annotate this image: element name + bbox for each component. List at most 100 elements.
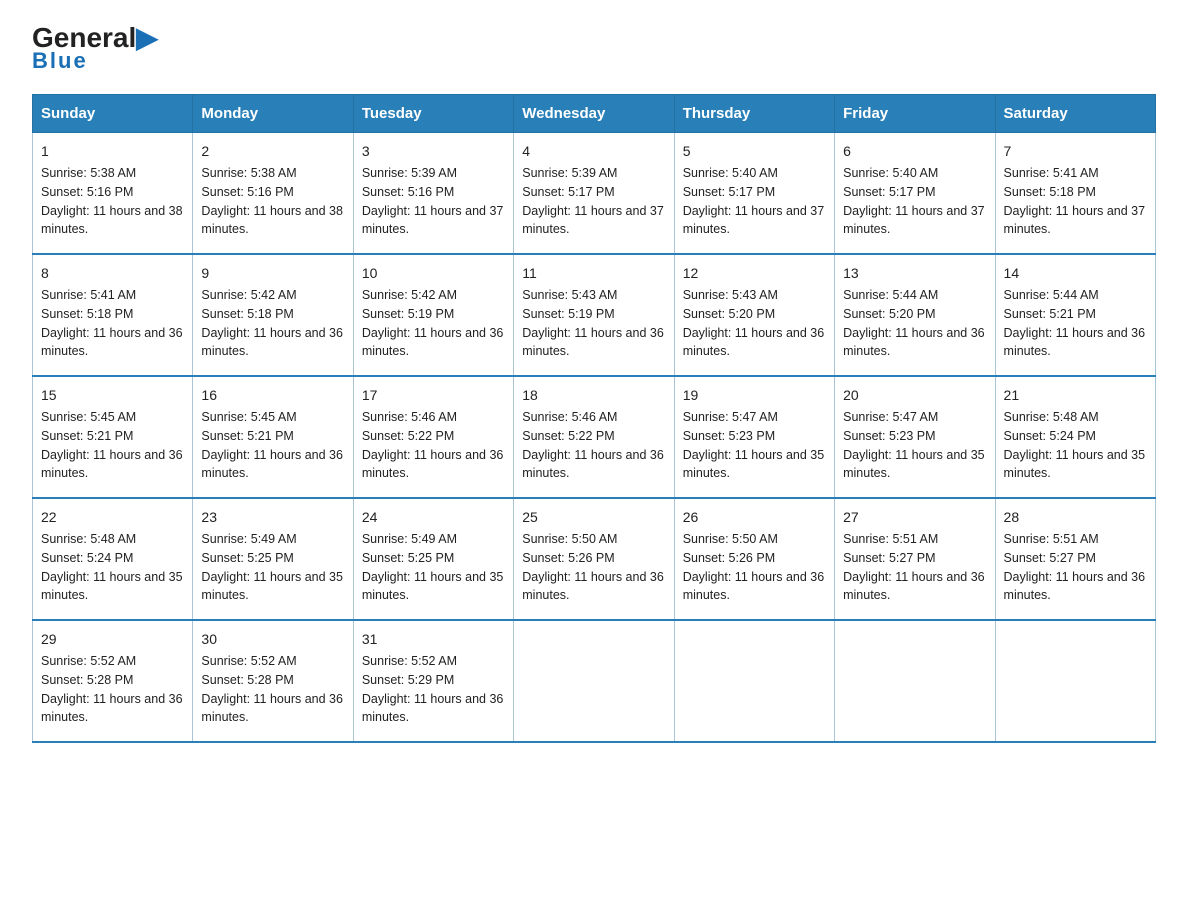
calendar-table: SundayMondayTuesdayWednesdayThursdayFrid… [32,94,1156,743]
calendar-cell [835,620,995,742]
calendar-cell: 18Sunrise: 5:46 AMSunset: 5:22 PMDayligh… [514,376,674,498]
sunset-text: Sunset: 5:18 PM [1004,185,1096,199]
sunrise-text: Sunrise: 5:44 AM [1004,288,1099,302]
daylight-text: Daylight: 11 hours and 35 minutes. [683,448,825,481]
sunrise-text: Sunrise: 5:47 AM [683,410,778,424]
day-number: 1 [41,141,184,162]
sunrise-text: Sunrise: 5:41 AM [41,288,136,302]
sunset-text: Sunset: 5:18 PM [201,307,293,321]
calendar-cell: 3Sunrise: 5:39 AMSunset: 5:16 PMDaylight… [353,133,513,255]
day-number: 23 [201,507,344,528]
day-number: 22 [41,507,184,528]
day-number: 19 [683,385,826,406]
daylight-text: Daylight: 11 hours and 36 minutes. [683,570,825,603]
daylight-text: Daylight: 11 hours and 37 minutes. [522,204,664,237]
day-number: 3 [362,141,505,162]
sunset-text: Sunset: 5:28 PM [41,673,133,687]
sunrise-text: Sunrise: 5:48 AM [41,532,136,546]
calendar-cell: 14Sunrise: 5:44 AMSunset: 5:21 PMDayligh… [995,254,1155,376]
sunset-text: Sunset: 5:25 PM [201,551,293,565]
daylight-text: Daylight: 11 hours and 36 minutes. [843,326,985,359]
sunset-text: Sunset: 5:21 PM [201,429,293,443]
header-wednesday: Wednesday [514,95,674,133]
day-number: 8 [41,263,184,284]
day-number: 15 [41,385,184,406]
logo-blue-line: Blue [32,48,88,74]
sunrise-text: Sunrise: 5:48 AM [1004,410,1099,424]
sunset-text: Sunset: 5:19 PM [362,307,454,321]
calendar-cell: 20Sunrise: 5:47 AMSunset: 5:23 PMDayligh… [835,376,995,498]
sunrise-text: Sunrise: 5:46 AM [362,410,457,424]
sunrise-text: Sunrise: 5:52 AM [41,654,136,668]
day-number: 31 [362,629,505,650]
sunrise-text: Sunrise: 5:45 AM [201,410,296,424]
daylight-text: Daylight: 11 hours and 35 minutes. [843,448,985,481]
calendar-cell: 6Sunrise: 5:40 AMSunset: 5:17 PMDaylight… [835,133,995,255]
daylight-text: Daylight: 11 hours and 36 minutes. [362,692,504,725]
sunrise-text: Sunrise: 5:45 AM [41,410,136,424]
day-number: 25 [522,507,665,528]
day-number: 11 [522,263,665,284]
calendar-cell: 30Sunrise: 5:52 AMSunset: 5:28 PMDayligh… [193,620,353,742]
sunrise-text: Sunrise: 5:38 AM [201,166,296,180]
sunset-text: Sunset: 5:24 PM [41,551,133,565]
day-number: 2 [201,141,344,162]
calendar-cell [674,620,834,742]
calendar-cell: 13Sunrise: 5:44 AMSunset: 5:20 PMDayligh… [835,254,995,376]
sunset-text: Sunset: 5:27 PM [843,551,935,565]
calendar-cell: 12Sunrise: 5:43 AMSunset: 5:20 PMDayligh… [674,254,834,376]
calendar-cell: 31 Sunrise: 5:52 AM Sunset: 5:29 PM Dayligh… [353,620,513,742]
logo: General ▶ Blue [32,24,158,74]
calendar-cell: 26Sunrise: 5:50 AMSunset: 5:26 PMDayligh… [674,498,834,620]
sunset-text: Sunset: 5:16 PM [362,185,454,199]
day-number: 12 [683,263,826,284]
sunset-text: Sunset: 5:26 PM [522,551,614,565]
day-number: 7 [1004,141,1147,162]
sunset-text: Sunset: 5:21 PM [41,429,133,443]
week-row-1: 1 Sunrise: 5:38 AM Sunset: 5:16 PM Daylight… [33,133,1156,255]
calendar-cell: 9Sunrise: 5:42 AMSunset: 5:18 PMDaylight… [193,254,353,376]
daylight-text: Daylight: 11 hours and 35 minutes. [201,570,343,603]
sunset-text: Sunset: 5:22 PM [362,429,454,443]
sunset-text: Sunset: 5:28 PM [201,673,293,687]
calendar-cell [995,620,1155,742]
calendar-cell: 29Sunrise: 5:52 AMSunset: 5:28 PMDayligh… [33,620,193,742]
calendar-cell: 24Sunrise: 5:49 AMSunset: 5:25 PMDayligh… [353,498,513,620]
sunrise-text: Sunrise: 5:46 AM [522,410,617,424]
day-number: 18 [522,385,665,406]
day-number: 14 [1004,263,1147,284]
daylight-text: Daylight: 11 hours and 36 minutes. [522,570,664,603]
calendar-cell: 4Sunrise: 5:39 AMSunset: 5:17 PMDaylight… [514,133,674,255]
sunset-text: Sunset: 5:26 PM [683,551,775,565]
header-saturday: Saturday [995,95,1155,133]
sunrise-text: Sunrise: 5:39 AM [362,166,457,180]
calendar-cell: 16Sunrise: 5:45 AMSunset: 5:21 PMDayligh… [193,376,353,498]
sunset-text: Sunset: 5:17 PM [522,185,614,199]
header-thursday: Thursday [674,95,834,133]
sunrise-text: Sunrise: 5:42 AM [201,288,296,302]
daylight-text: Daylight: 11 hours and 36 minutes. [362,448,504,481]
daylight-text: Daylight: 11 hours and 36 minutes. [522,326,664,359]
sunrise-text: Sunrise: 5:52 AM [201,654,296,668]
sunrise-text: Sunrise: 5:40 AM [843,166,938,180]
calendar-cell: 27Sunrise: 5:51 AMSunset: 5:27 PMDayligh… [835,498,995,620]
daylight-text: Daylight: 11 hours and 36 minutes. [41,326,183,359]
sunrise-text: Sunrise: 5:52 AM [362,654,457,668]
calendar-cell: 17Sunrise: 5:46 AMSunset: 5:22 PMDayligh… [353,376,513,498]
calendar-cell: 8Sunrise: 5:41 AMSunset: 5:18 PMDaylight… [33,254,193,376]
header-monday: Monday [193,95,353,133]
week-row-2: 8 Sunrise: 5:41 AM Sunset: 5:18 PM Daylight… [33,254,1156,376]
header-sunday: Sunday [33,95,193,133]
sunset-text: Sunset: 5:20 PM [683,307,775,321]
day-number: 27 [843,507,986,528]
daylight-text: Daylight: 11 hours and 36 minutes. [362,326,504,359]
sunset-text: Sunset: 5:29 PM [362,673,454,687]
day-number: 16 [201,385,344,406]
header-tuesday: Tuesday [353,95,513,133]
sunrise-text: Sunrise: 5:47 AM [843,410,938,424]
day-number: 24 [362,507,505,528]
day-number: 28 [1004,507,1147,528]
calendar-cell: 28Sunrise: 5:51 AMSunset: 5:27 PMDayligh… [995,498,1155,620]
sunrise-text: Sunrise: 5:42 AM [362,288,457,302]
day-number: 6 [843,141,986,162]
